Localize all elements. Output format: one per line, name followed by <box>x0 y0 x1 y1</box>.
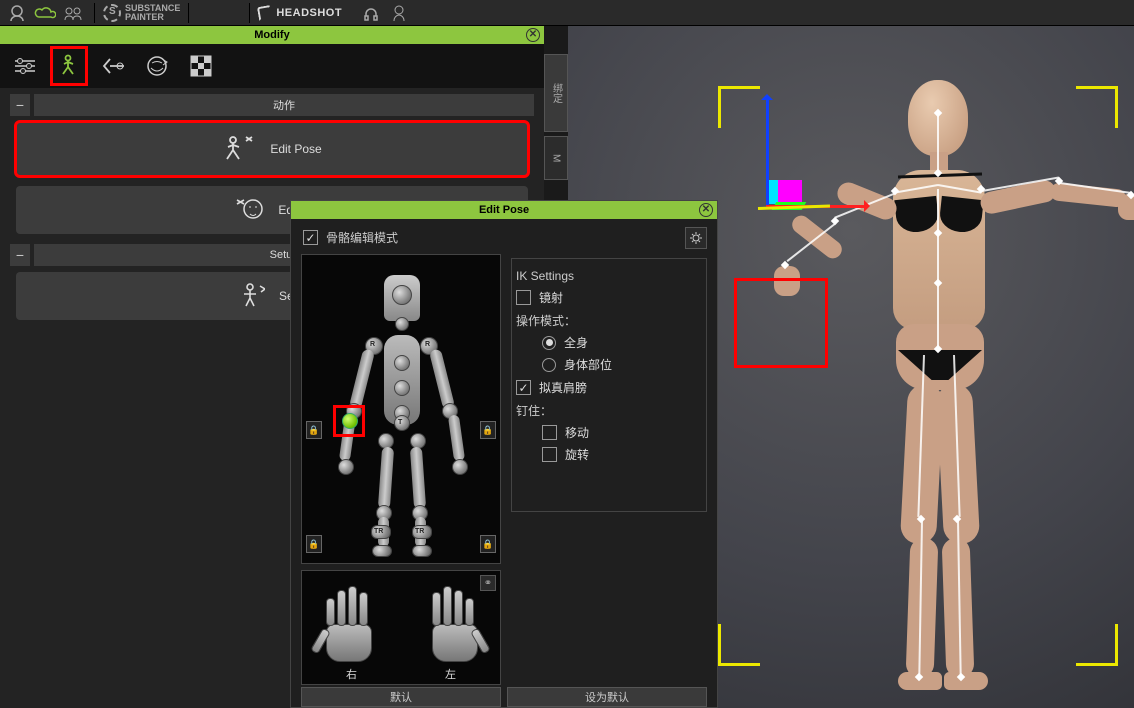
misc-icon[interactable] <box>386 2 412 24</box>
close-icon[interactable]: ✕ <box>699 203 713 217</box>
side-tab-1[interactable]: 绑定 <box>544 54 568 132</box>
headshot-label: HEADSHOT <box>276 7 342 19</box>
modify-title: Modify <box>254 29 289 41</box>
skeleton-mode-label: 骨骼编辑模式 <box>326 229 398 246</box>
section-motion-title: 动作 <box>34 94 534 116</box>
close-icon[interactable]: ✕ <box>526 28 540 42</box>
mirror-checkbox[interactable] <box>516 290 531 305</box>
pin-rotate-label: 旋转 <box>565 446 589 463</box>
pin-label: 钉住： <box>516 402 702 419</box>
edit-pose-label: Edit Pose <box>270 142 321 156</box>
accessory-icon[interactable] <box>358 2 384 24</box>
edit-face-icon <box>234 196 264 224</box>
shoulder-checkbox[interactable] <box>516 380 531 395</box>
skeleton-picker[interactable]: 🔒 🔒 🔒 🔒 R R <box>301 254 501 564</box>
op-mode-label: 操作模式： <box>516 312 702 329</box>
headshot-button[interactable]: HEADSHOT <box>258 6 342 20</box>
lock-left-hand-icon[interactable]: 🔒 <box>306 421 322 439</box>
pose-tab-icon[interactable] <box>52 48 86 84</box>
pin-move-label: 移动 <box>565 424 589 441</box>
ik-settings-label: IK Settings <box>516 269 702 283</box>
section-motion: − 动作 <box>10 94 534 116</box>
set-hik-icon <box>235 282 265 310</box>
full-body-radio[interactable] <box>542 336 556 350</box>
sliders-tab-icon[interactable] <box>8 48 42 84</box>
character-body <box>738 70 1118 690</box>
side-tab-2[interactable]: M <box>544 136 568 180</box>
edit-pose-header: Edit Pose ✕ <box>291 201 717 219</box>
edit-pose-button[interactable]: Edit Pose <box>16 122 528 176</box>
gear-icon[interactable] <box>685 227 707 249</box>
transform-tab-icon[interactable] <box>96 48 130 84</box>
app-toolbar: SUBSTANCE PAINTER HEADSHOT <box>0 0 1134 26</box>
headshot-icon <box>257 4 273 20</box>
hand-left-label: 左 <box>445 666 456 682</box>
body-part-radio[interactable] <box>542 358 556 372</box>
substance-painter-button[interactable]: SUBSTANCE PAINTER <box>103 4 180 22</box>
lock-right-foot-icon[interactable]: 🔒 <box>480 535 496 553</box>
full-body-label: 全身 <box>564 334 588 351</box>
checker-tab-icon[interactable] <box>184 48 218 84</box>
substance-icon <box>103 4 121 22</box>
group-icon[interactable] <box>60 2 86 24</box>
skeleton-mode-checkbox[interactable] <box>303 230 318 245</box>
edit-pose-panel: Edit Pose ✕ 骨骼编辑模式 🔒 🔒 🔒 🔒 R <box>290 200 718 708</box>
hand-picker[interactable]: ⚭ 右 <box>301 570 501 685</box>
edit-pose-icon <box>222 134 256 164</box>
substance-label: SUBSTANCE PAINTER <box>125 4 180 22</box>
lock-right-hand-icon[interactable]: 🔒 <box>480 421 496 439</box>
collapse-setup-button[interactable]: − <box>10 244 30 266</box>
modify-header: Modify ✕ <box>0 26 544 44</box>
hand-right-label: 右 <box>346 666 357 682</box>
ik-settings-group: IK Settings 镜射 操作模式： 全身 身体部位 拟真肩膀 钉住： 移动… <box>511 254 707 685</box>
head-preset-icon[interactable] <box>4 2 30 24</box>
modify-tab-strip <box>0 44 544 88</box>
edit-pose-bottom-tabs: 默认 设为默认 <box>291 687 717 707</box>
morph-tab-icon[interactable] <box>140 48 174 84</box>
default-button[interactable]: 默认 <box>301 687 501 707</box>
pin-rotate-checkbox[interactable] <box>542 447 557 462</box>
lock-left-foot-icon[interactable]: 🔒 <box>306 535 322 553</box>
body-part-label: 身体部位 <box>564 356 612 373</box>
edit-pose-title: Edit Pose <box>479 204 529 216</box>
vertical-tabs: 绑定 M <box>544 54 568 184</box>
pin-move-checkbox[interactable] <box>542 425 557 440</box>
cloud-icon[interactable] <box>32 2 58 24</box>
shoulder-label: 拟真肩膀 <box>539 379 587 396</box>
viewport-highlight <box>736 280 826 366</box>
collapse-motion-button[interactable]: − <box>10 94 30 116</box>
set-default-button[interactable]: 设为默认 <box>507 687 707 707</box>
mirror-label: 镜射 <box>539 289 563 306</box>
